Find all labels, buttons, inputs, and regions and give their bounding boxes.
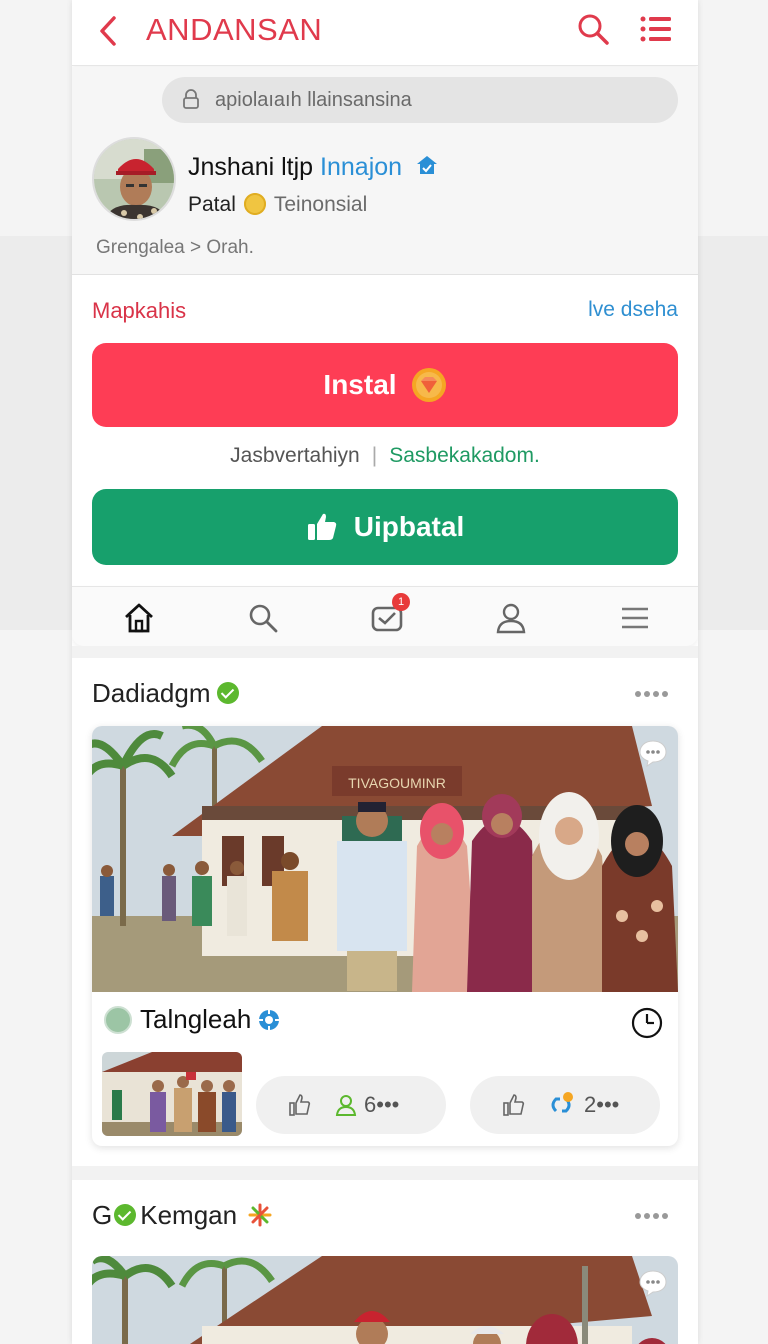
feed-post: G Kemgan xyxy=(72,1180,698,1344)
sub-author[interactable]: Talngleah xyxy=(104,1004,281,1035)
post-photo[interactable] xyxy=(92,1256,678,1344)
mail-nav-item[interactable]: 1 xyxy=(370,593,410,635)
update-button[interactable]: Uipbatal xyxy=(92,489,678,565)
verified-check-icon xyxy=(216,682,239,704)
feed-post: Dadiadgm TIVAGOUMINR Talngleah 6••• 2••• xyxy=(72,658,698,1166)
top-bar: ANDANSAN xyxy=(72,0,698,66)
chat-icon[interactable] xyxy=(638,738,668,768)
search-nav-icon[interactable] xyxy=(246,601,280,635)
shares-count: 2••• xyxy=(584,1092,620,1117)
like-icon xyxy=(289,1094,311,1116)
back-icon[interactable] xyxy=(94,14,122,48)
gem-icon xyxy=(411,368,446,402)
update-label: Uipbatal xyxy=(353,511,465,542)
meta-right-link[interactable]: Sasbekakadom. xyxy=(389,444,540,467)
verified-check-icon xyxy=(114,1204,137,1226)
building-sign: TIVAGOUMINR xyxy=(348,775,446,791)
profile-header: apiolaıaıh llainsansina Jnshani ltjp Inn… xyxy=(72,67,698,275)
verified-icon xyxy=(417,156,438,174)
clock-icon[interactable] xyxy=(630,1006,664,1040)
profile-subline: Patal Teinonsial xyxy=(188,193,367,217)
install-card: Mapkahis lve dseha Instal Jasbvertahiyn |… xyxy=(72,276,698,646)
meta-row: Jasbvertahiyn | Sasbekakadom. xyxy=(72,444,698,468)
sub-author-name: Talngleah xyxy=(140,1004,252,1034)
user-icon[interactable] xyxy=(494,601,528,635)
install-button[interactable]: Instal xyxy=(92,343,678,427)
notification-badge: 1 xyxy=(392,593,410,611)
list-icon[interactable] xyxy=(640,15,672,43)
search-icon[interactable] xyxy=(576,12,610,46)
feed-gap xyxy=(72,646,698,658)
profile-name-text: Jnshani ltjp xyxy=(188,153,314,181)
post-photo[interactable]: TIVAGOUMINR xyxy=(92,726,678,992)
profile-sub-left: Patal xyxy=(188,193,236,216)
more-icon[interactable] xyxy=(634,1212,668,1220)
avatar[interactable] xyxy=(92,137,176,221)
post-author-name: Kemgan xyxy=(140,1200,238,1230)
likes-count: 6••• xyxy=(364,1092,400,1117)
profile-sub-right: Teinonsial xyxy=(273,193,368,216)
post-author-prefix: G xyxy=(92,1200,113,1230)
user-green-icon xyxy=(335,1095,357,1116)
section-label: Mapkahis xyxy=(92,298,187,323)
home-icon[interactable] xyxy=(122,601,156,635)
chat-icon[interactable] xyxy=(638,1268,668,1298)
install-label: Instal xyxy=(323,369,397,400)
post-author[interactable]: Dadiadgm xyxy=(92,678,239,709)
lock-icon xyxy=(183,89,199,109)
meta-left: Jasbvertahiyn xyxy=(230,444,360,467)
feed-gap xyxy=(72,1166,698,1180)
bottom-nav: 1 xyxy=(72,586,698,646)
profile-handle[interactable]: Innajon xyxy=(320,153,402,181)
gear-icon xyxy=(259,1009,280,1030)
like-pill[interactable]: 6••• xyxy=(256,1076,446,1134)
url-text: apiolaıaıh llainsansina xyxy=(215,89,412,111)
thumbnail-photo[interactable] xyxy=(102,1052,242,1136)
post-author[interactable]: G Kemgan xyxy=(92,1200,272,1231)
like-icon xyxy=(503,1094,525,1116)
app-window: ANDANSAN apiolaıaıh llainsansina Jnshani… xyxy=(72,0,698,1344)
meta-separator: | xyxy=(371,444,378,467)
post-author-name: Dadiadgm xyxy=(92,678,211,708)
coin-icon xyxy=(243,193,266,215)
profile-name: Jnshani ltjp Innajon xyxy=(188,153,439,182)
post-card[interactable]: TIVAGOUMINR Talngleah 6••• 2••• xyxy=(92,726,678,1146)
post-card[interactable] xyxy=(92,1256,678,1344)
thumb-icon xyxy=(307,513,337,540)
menu-icon[interactable] xyxy=(618,601,652,635)
share-icon xyxy=(551,1092,573,1113)
mini-avatar xyxy=(104,1005,132,1034)
sparkle-icon xyxy=(248,1203,272,1227)
more-icon[interactable] xyxy=(634,690,668,698)
share-pill[interactable]: 2••• xyxy=(470,1076,660,1134)
url-bar[interactable]: apiolaıaıh llainsansina xyxy=(162,77,678,123)
breadcrumb[interactable]: Grengalea > Orah. xyxy=(96,237,254,259)
see-more-link[interactable]: lve dseha xyxy=(588,298,678,322)
app-title: ANDANSAN xyxy=(146,12,323,47)
